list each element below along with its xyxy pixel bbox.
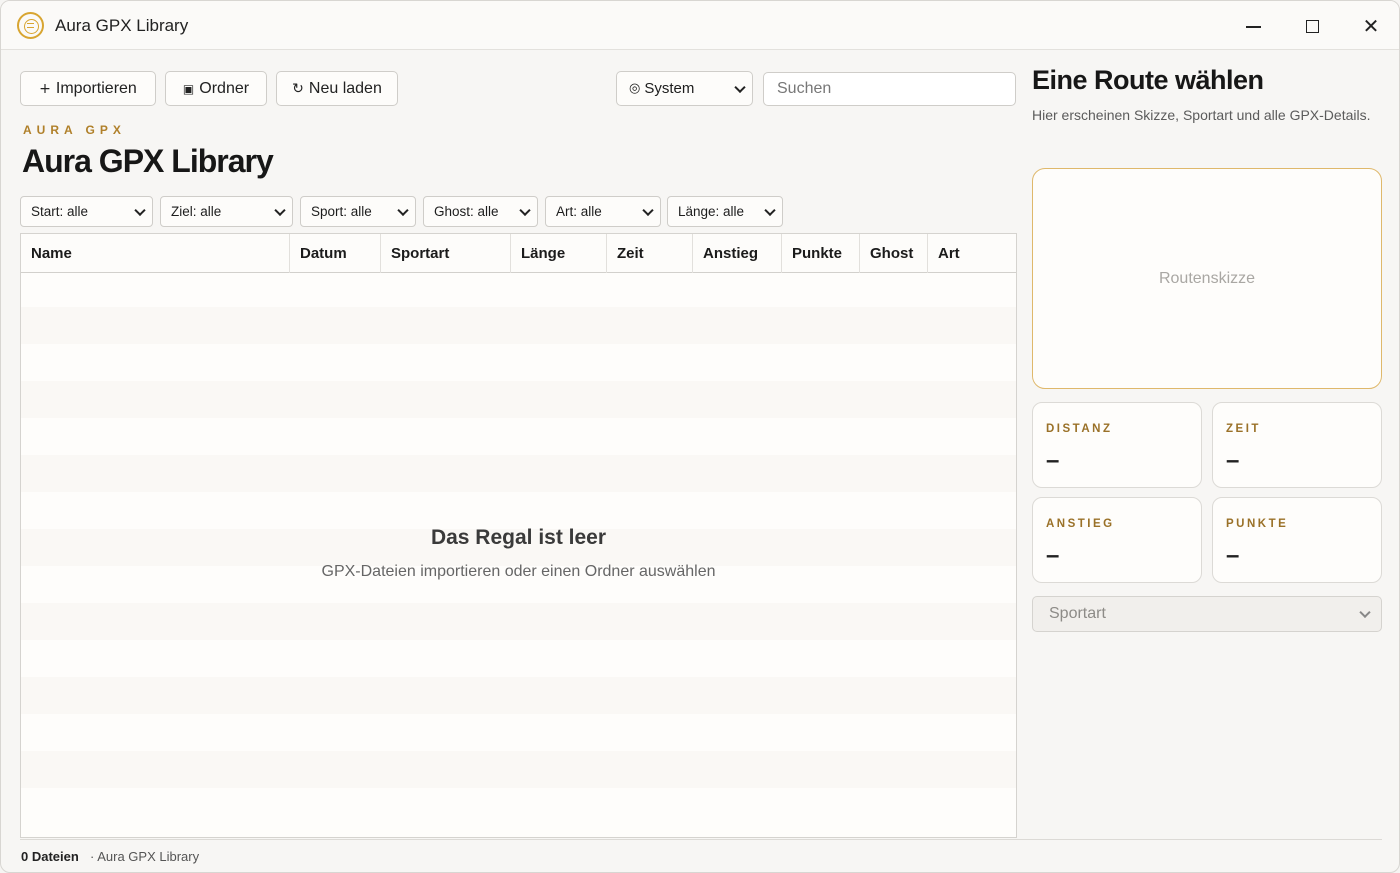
table-stripe [21,381,1016,418]
filter-art[interactable]: Art: alle [545,196,661,227]
sport-type-select[interactable]: Sportart [1032,596,1382,632]
import-button[interactable]: + Importieren [20,71,156,106]
maximize-button[interactable] [1297,11,1327,41]
filter-label: Start: alle [31,204,89,219]
brand-eyebrow: AURA GPX [23,123,126,137]
close-icon: ✕ [1362,14,1380,38]
filter-ghost[interactable]: Ghost: alle [423,196,538,227]
chevron-down-icon [642,204,654,216]
chevron-down-icon [134,204,146,216]
stat-label: PUNKTE [1226,518,1289,530]
chevron-down-icon [519,204,531,216]
filter-label: Ziel: alle [171,204,222,219]
status-app-name: · Aura GPX Library [90,849,200,864]
stat-label: ZEIT [1226,423,1261,435]
empty-state-subtitle: GPX-Dateien importieren oder einen Ordne… [321,563,716,580]
detail-title: Eine Route wählen [1032,65,1264,95]
column-header-zeit[interactable]: Zeit [606,234,692,273]
plus-icon: + [39,80,51,97]
filter-laenge[interactable]: Länge: alle [667,196,783,227]
table-stripe [21,307,1016,344]
table-stripe [21,677,1016,714]
empty-state-title: Das Regal ist leer [430,526,607,549]
stat-card-anstieg: ANSTIEG – [1032,497,1202,583]
column-header-art[interactable]: Art [927,234,1016,273]
window-title: Aura GPX Library [55,16,189,35]
stat-label: ANSTIEG [1046,518,1115,530]
route-sketch-placeholder: Routenskizze [1158,269,1256,287]
reload-button-label: Neu laden [308,79,382,97]
column-header-punkte[interactable]: Punkte [781,234,859,273]
theme-select-value: System [644,80,695,97]
filter-sport[interactable]: Sport: alle [300,196,416,227]
stat-value: – [1046,447,1060,474]
stat-card-punkte: PUNKTE – [1212,497,1382,583]
table-stripe [21,603,1016,640]
app-window: Aura GPX Library ✕ + Importieren ▣ Ordne… [0,0,1400,873]
stat-label: DISTANZ [1046,423,1113,435]
search-input[interactable]: Suchen [763,72,1016,106]
column-header-sportart[interactable]: Sportart [380,234,510,273]
maximize-icon [1305,19,1319,33]
stat-value: – [1226,542,1240,569]
folder-icon: ▣ [182,81,195,96]
chevron-down-icon [764,204,776,216]
table-stripe [21,751,1016,788]
chevron-down-icon [274,204,286,216]
reload-icon: ↻ [292,80,304,97]
route-sketch: Routenskizze [1032,168,1382,389]
chevron-down-icon [397,204,409,216]
footer-divider [20,839,1382,840]
minimize-button[interactable] [1238,11,1268,41]
column-header-name[interactable]: Name [21,234,289,273]
stat-value: – [1226,447,1240,474]
import-button-label: Importieren [55,79,137,97]
stat-card-distanz: DISTANZ – [1032,402,1202,488]
filter-ziel[interactable]: Ziel: alle [160,196,293,227]
column-header-anstieg[interactable]: Anstieg [692,234,781,273]
filter-label: Ghost: alle [434,204,499,219]
folder-button[interactable]: ▣ Ordner [165,71,267,106]
detail-subtitle: Hier erscheinen Skizze, Sportart und all… [1032,107,1371,123]
table-stripe [21,455,1016,492]
chevron-down-icon [1359,606,1371,619]
filter-label: Sport: alle [311,204,372,219]
file-count: 0 Dateien [21,849,79,864]
column-header-ghost[interactable]: Ghost [859,234,927,273]
stat-card-zeit: ZEIT – [1212,402,1382,488]
sport-type-value: Sportart [1049,605,1106,622]
stat-value: – [1046,542,1060,569]
minimize-icon [1245,26,1261,28]
filter-label: Art: alle [556,204,602,219]
folder-button-label: Ordner [199,79,250,97]
filter-start[interactable]: Start: alle [20,196,153,227]
theme-select[interactable]: ◎ System [616,71,753,106]
title-bar: Aura GPX Library ✕ [1,1,1399,50]
routes-table: Name Datum Sportart Länge Zeit Anstieg P… [20,233,1017,838]
theme-icon: ◎ [629,81,641,96]
table-header: Name Datum Sportart Länge Zeit Anstieg P… [21,234,1016,273]
app-logo-icon [17,12,44,39]
reload-button[interactable]: ↻ Neu laden [276,71,398,106]
filter-label: Länge: alle [678,204,745,219]
page-title: Aura GPX Library [22,143,274,179]
column-header-laenge[interactable]: Länge [510,234,606,273]
column-header-datum[interactable]: Datum [289,234,380,273]
close-button[interactable]: ✕ [1356,11,1386,41]
chevron-down-icon [734,81,746,93]
